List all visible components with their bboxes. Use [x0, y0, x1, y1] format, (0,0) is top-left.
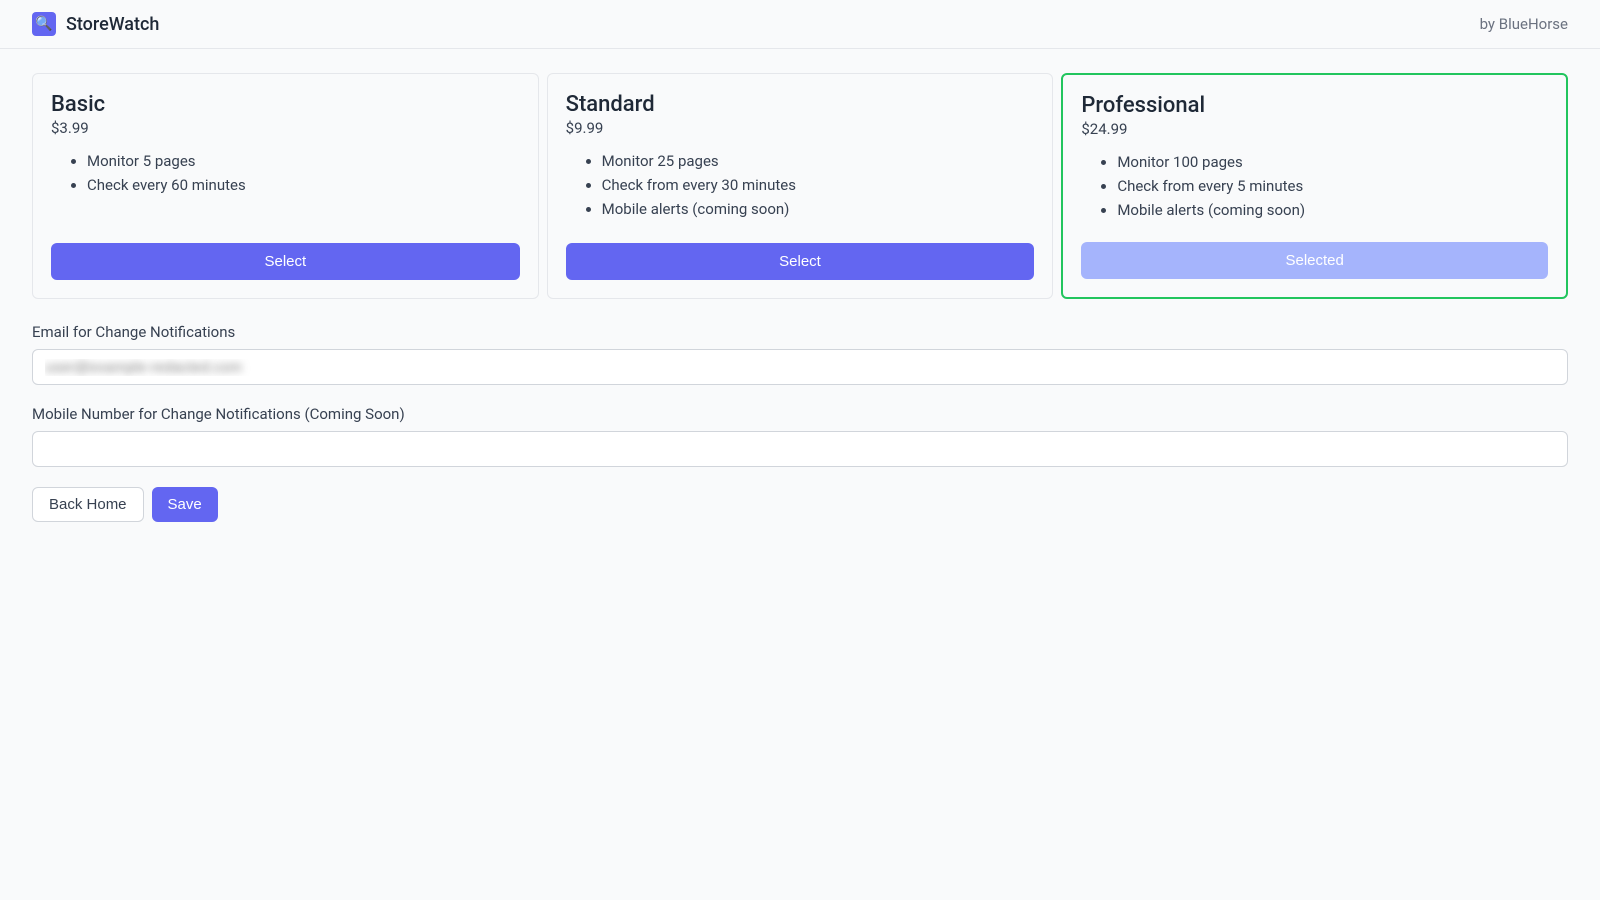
plan-name: Basic: [51, 92, 520, 117]
attribution-text: by BlueHorse: [1480, 15, 1568, 33]
plan-feature: Monitor 25 pages: [602, 149, 1035, 173]
select-plan-button[interactable]: Select: [566, 243, 1035, 280]
brand-name: StoreWatch: [66, 14, 159, 35]
mobile-label: Mobile Number for Change Notifications (…: [32, 405, 1568, 423]
plan-feature-list: Monitor 100 pages Check from every 5 min…: [1081, 150, 1548, 222]
plan-feature: Check from every 30 minutes: [602, 173, 1035, 197]
select-plan-button[interactable]: Select: [51, 243, 520, 280]
plan-card-standard: Standard $9.99 Monitor 25 pages Check fr…: [547, 73, 1054, 299]
plan-name: Professional: [1081, 93, 1548, 118]
back-home-button[interactable]: Back Home: [32, 487, 144, 522]
brand-emoji-icon: 🔍: [35, 16, 52, 32]
plan-feature: Check from every 5 minutes: [1117, 174, 1548, 198]
mobile-form-group: Mobile Number for Change Notifications (…: [32, 405, 1568, 467]
plan-feature: Check every 60 minutes: [87, 173, 520, 197]
plan-price: $9.99: [566, 119, 1035, 137]
plan-card-basic: Basic $3.99 Monitor 5 pages Check every …: [32, 73, 539, 299]
plan-card-professional: Professional $24.99 Monitor 100 pages Ch…: [1061, 73, 1568, 299]
app-header: 🔍 StoreWatch by BlueHorse: [0, 0, 1600, 49]
plan-feature-list: Monitor 5 pages Check every 60 minutes: [51, 149, 520, 223]
plan-feature: Monitor 100 pages: [1117, 150, 1548, 174]
plan-price: $3.99: [51, 119, 520, 137]
email-input[interactable]: [32, 349, 1568, 385]
plan-feature-list: Monitor 25 pages Check from every 30 min…: [566, 149, 1035, 223]
mobile-input[interactable]: [32, 431, 1568, 467]
brand-icon: 🔍: [32, 12, 56, 36]
selected-plan-button[interactable]: Selected: [1081, 242, 1548, 279]
plan-name: Standard: [566, 92, 1035, 117]
plan-price: $24.99: [1081, 120, 1548, 138]
save-button[interactable]: Save: [152, 487, 218, 522]
plan-feature: Mobile alerts (coming soon): [1117, 198, 1548, 222]
plan-feature: Mobile alerts (coming soon): [602, 197, 1035, 221]
main-content: Basic $3.99 Monitor 5 pages Check every …: [0, 49, 1600, 546]
plan-grid: Basic $3.99 Monitor 5 pages Check every …: [32, 73, 1568, 299]
plan-feature: Monitor 5 pages: [87, 149, 520, 173]
email-label: Email for Change Notifications: [32, 323, 1568, 341]
brand: 🔍 StoreWatch: [32, 12, 159, 36]
email-form-group: Email for Change Notifications: [32, 323, 1568, 385]
action-buttons: Back Home Save: [32, 487, 1568, 522]
